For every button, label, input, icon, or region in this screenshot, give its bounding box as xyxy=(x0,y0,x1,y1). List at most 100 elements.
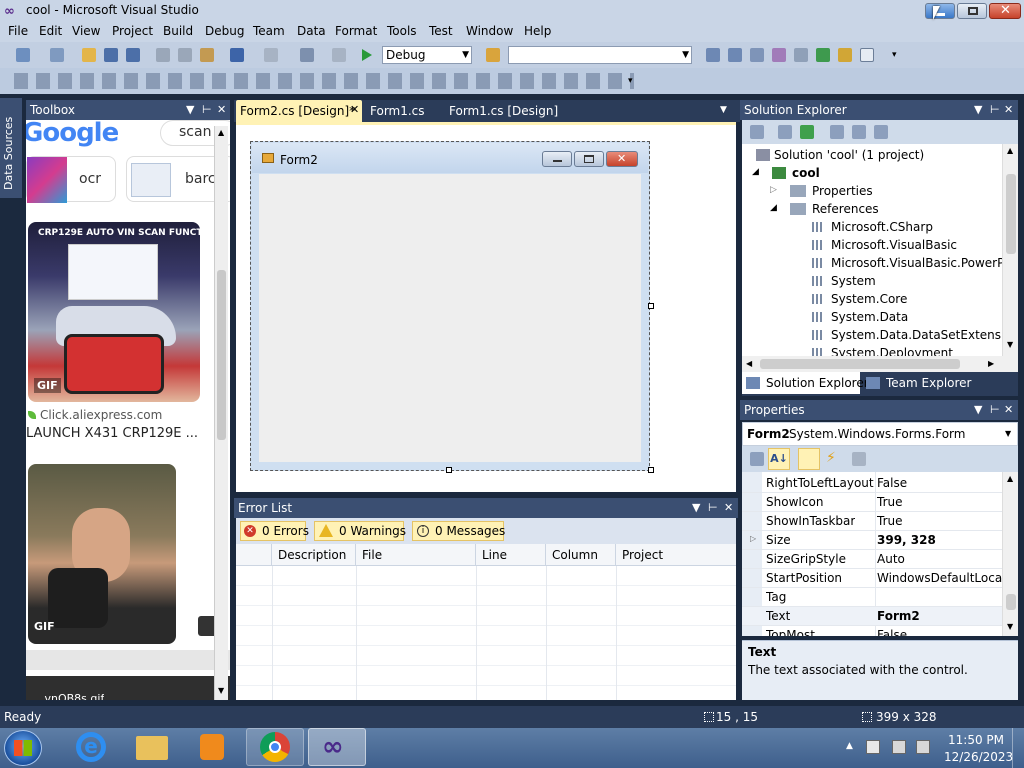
messages-toggle[interactable]: i 0 Messages xyxy=(412,521,505,541)
menu-team[interactable]: Team xyxy=(253,24,285,38)
action-center-icon[interactable] xyxy=(866,740,880,754)
prop-row-selected[interactable]: Text Form2 xyxy=(742,607,1004,626)
tree-ref-item[interactable]: Microsoft.VisualBasic.PowerPack xyxy=(742,254,1003,272)
col-description[interactable]: Description xyxy=(272,544,356,566)
col-file[interactable]: File xyxy=(356,544,476,566)
close-icon[interactable]: ✕ xyxy=(1004,403,1013,416)
tab-form1-design[interactable]: Form1.cs [Design] xyxy=(449,104,558,120)
menu-build[interactable]: Build xyxy=(163,24,193,38)
find-in-files-icon[interactable] xyxy=(486,48,500,62)
properties-object-selector[interactable]: Form2 System.Windows.Forms.Form ▼ xyxy=(742,422,1018,446)
prop-row[interactable]: SizeGripStyle Auto xyxy=(742,550,1004,569)
scroll-thumb[interactable] xyxy=(1006,174,1016,254)
scroll-down-icon[interactable]: ▼ xyxy=(1007,340,1013,349)
prop-value[interactable]: Auto xyxy=(877,552,1005,566)
ocr-chip[interactable]: ocr xyxy=(26,156,116,203)
media-player-taskbar-button[interactable] xyxy=(182,728,240,766)
menu-file[interactable]: File xyxy=(8,24,28,38)
prop-row[interactable]: RightToLeftLayout False xyxy=(742,474,1004,493)
form2-window[interactable]: Form2 ✕ xyxy=(250,141,650,471)
menu-project[interactable]: Project xyxy=(112,24,153,38)
pin-icon[interactable]: ⊢ xyxy=(990,403,1000,416)
internet-explorer-taskbar-button[interactable]: e xyxy=(62,728,120,766)
scroll-down-icon[interactable]: ▼ xyxy=(218,686,224,695)
new-project-icon[interactable] xyxy=(16,48,30,62)
add-item-icon[interactable] xyxy=(50,48,64,62)
data-sources-side-tab[interactable]: Data Sources xyxy=(0,98,22,198)
resize-handle-corner[interactable] xyxy=(648,467,654,473)
properties-vscrollbar[interactable]: ▲ ▼ xyxy=(1002,472,1018,636)
prop-value[interactable]: True xyxy=(877,495,1005,509)
errors-toggle[interactable]: ✕ 0 Errors xyxy=(240,521,309,541)
prop-value[interactable]: True xyxy=(877,514,1005,528)
menu-view[interactable]: View xyxy=(72,24,100,38)
close-icon[interactable]: ✕ xyxy=(1004,103,1013,116)
prop-row[interactable]: ▷ Size 399, 328 xyxy=(742,531,1004,550)
tab-solution-explorer[interactable]: Solution Explorer xyxy=(742,372,869,394)
start-debugging-icon[interactable] xyxy=(362,49,372,61)
menu-help[interactable]: Help xyxy=(524,24,551,38)
scroll-thumb[interactable] xyxy=(760,359,960,369)
menu-edit[interactable]: Edit xyxy=(39,24,62,38)
tree-ref-item[interactable]: System.Data xyxy=(742,308,1002,326)
expand-arrow-icon[interactable]: ◢ xyxy=(752,167,759,177)
toolbox-scrollbar[interactable]: ▲ ▼ xyxy=(214,126,228,700)
tree-ref-item[interactable]: System.Deployment xyxy=(742,344,1002,356)
refresh-icon[interactable] xyxy=(800,125,814,139)
show-desktop-button[interactable] xyxy=(1012,728,1024,768)
redo-icon[interactable] xyxy=(264,48,278,62)
scroll-thumb[interactable] xyxy=(217,270,226,440)
close-button[interactable]: ✕ xyxy=(989,3,1021,19)
save-icon[interactable] xyxy=(104,48,118,62)
dropdown-icon[interactable]: ▼ xyxy=(974,403,982,416)
tree-ref-item[interactable]: System.Data.DataSetExtensions xyxy=(742,326,1018,344)
property-pages-icon[interactable] xyxy=(852,452,866,466)
expand-arrow-icon[interactable]: ◢ xyxy=(770,203,777,213)
file-explorer-taskbar-button[interactable] xyxy=(122,728,180,766)
form-maximize-button[interactable] xyxy=(574,151,604,167)
chrome-taskbar-button[interactable] xyxy=(246,728,304,766)
prop-value[interactable]: False xyxy=(877,628,1005,636)
prop-row[interactable]: TopMost False xyxy=(742,626,1004,636)
tools-icon[interactable] xyxy=(794,48,808,62)
ad-source[interactable]: Click.aliexpress.com xyxy=(40,408,162,422)
scroll-up-icon[interactable]: ▲ xyxy=(218,128,224,137)
undo-icon[interactable] xyxy=(230,48,244,62)
tree-ref-item[interactable]: System.Core xyxy=(742,290,1002,308)
collapsed-arrow-icon[interactable]: ▷ xyxy=(770,185,777,195)
pin-icon[interactable]: ⊢ xyxy=(202,103,212,116)
form-minimize-button[interactable] xyxy=(542,151,572,167)
events-icon[interactable]: ⚡ xyxy=(826,450,836,466)
solution-explorer-icon[interactable] xyxy=(706,48,720,62)
col-column[interactable]: Column xyxy=(546,544,616,566)
form-close-button[interactable]: ✕ xyxy=(606,151,638,167)
save-all-icon[interactable] xyxy=(126,48,140,62)
scroll-thumb[interactable] xyxy=(1006,594,1016,610)
prop-row[interactable]: ShowIcon True xyxy=(742,493,1004,512)
copy-icon[interactable] xyxy=(178,48,192,62)
expand-arrow-icon[interactable]: ▷ xyxy=(750,534,756,543)
scroll-up-icon[interactable]: ▲ xyxy=(1007,146,1013,155)
resize-handle-right[interactable] xyxy=(648,303,654,309)
menu-data[interactable]: Data xyxy=(297,24,326,38)
properties-icon[interactable] xyxy=(750,125,764,139)
tree-project-cool[interactable]: ◢ cool xyxy=(742,164,1002,182)
prop-value[interactable]: 399, 328 xyxy=(877,533,1005,547)
clock-time[interactable]: 11:50 PM xyxy=(948,733,1004,747)
view-designer-icon[interactable] xyxy=(852,125,866,139)
col-project[interactable]: Project xyxy=(616,544,736,566)
prop-row[interactable]: ShowInTaskbar True xyxy=(742,512,1004,531)
paste-icon[interactable] xyxy=(200,48,214,62)
minimize-button[interactable] xyxy=(925,3,955,19)
toolbar-overflow-icon[interactable]: ▾ xyxy=(892,50,897,60)
open-file-icon[interactable] xyxy=(82,48,96,62)
import-icon[interactable] xyxy=(816,48,830,62)
dropdown-icon[interactable]: ▼ xyxy=(186,103,194,116)
visual-studio-taskbar-button[interactable]: ∞ xyxy=(308,728,366,766)
toolbox-icon[interactable] xyxy=(772,48,786,62)
clock-date[interactable]: 12/26/2023 xyxy=(944,750,1013,764)
show-all-files-icon[interactable] xyxy=(778,125,792,139)
restore-button[interactable] xyxy=(957,3,987,19)
close-icon[interactable]: ✕ xyxy=(217,103,226,116)
menu-format[interactable]: Format xyxy=(335,24,377,38)
